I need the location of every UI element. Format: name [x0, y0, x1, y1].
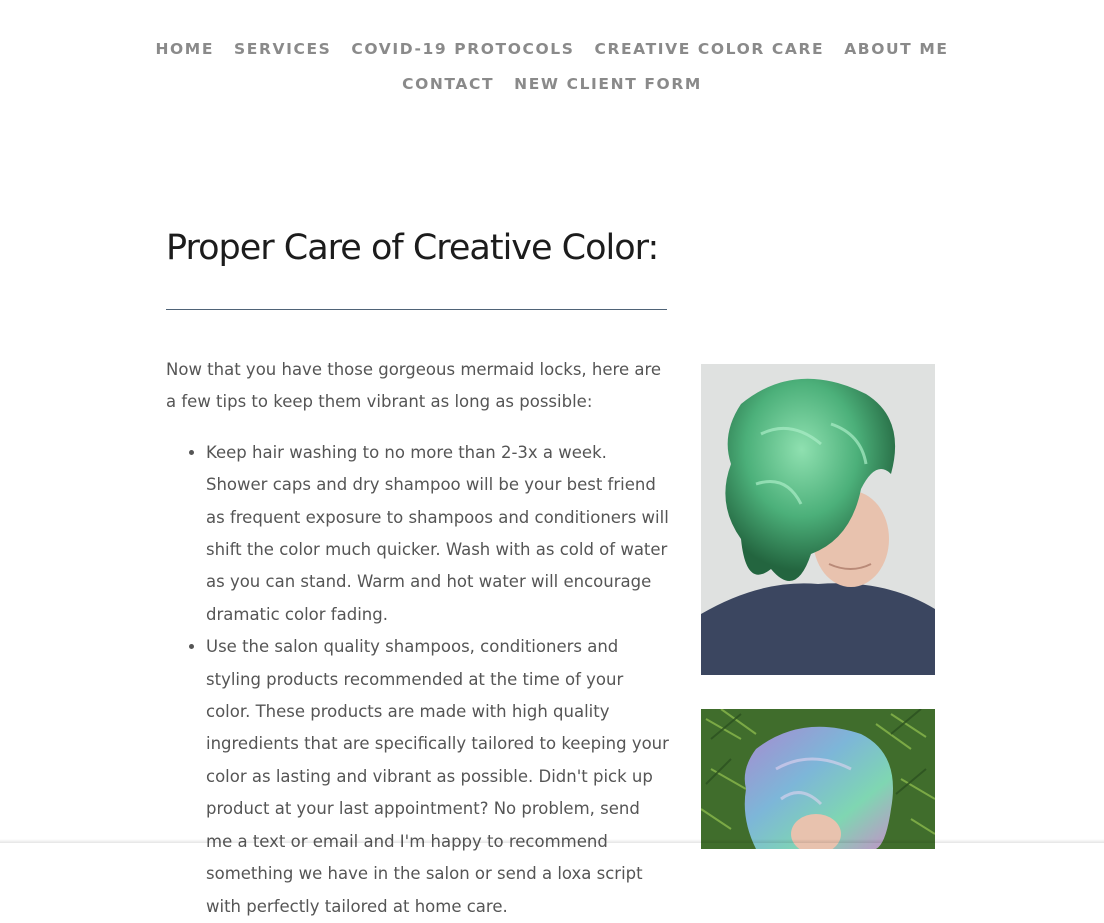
nav-link-about-me[interactable]: ABOUT ME	[844, 38, 948, 60]
nav-row-secondary: CONTACT NEW CLIENT FORM	[0, 73, 1104, 95]
nav-link-home[interactable]: HOME	[155, 38, 214, 60]
main-navigation: HOME SERVICES COVID-19 PROTOCOLS CREATIV…	[0, 38, 1104, 108]
nav-row-primary: HOME SERVICES COVID-19 PROTOCOLS CREATIV…	[0, 38, 1104, 60]
nav-link-covid-protocols[interactable]: COVID-19 PROTOCOLS	[351, 38, 574, 60]
green-hair-illustration	[701, 364, 935, 675]
care-tip-item: Keep hair washing to no more than 2-3x a…	[206, 437, 671, 631]
nav-link-new-client-form[interactable]: NEW CLIENT FORM	[514, 73, 702, 95]
intro-paragraph: Now that you have those gorgeous mermaid…	[166, 360, 662, 412]
nav-link-creative-color-care[interactable]: CREATIVE COLOR CARE	[594, 38, 824, 60]
page-title: Proper Care of Creative Color:	[166, 228, 659, 268]
article-body: Now that you have those gorgeous mermaid…	[166, 354, 671, 923]
nav-link-services[interactable]: SERVICES	[234, 38, 331, 60]
pastel-hair-illustration	[701, 709, 935, 849]
care-tip-item: Use the salon quality shampoos, conditio…	[206, 631, 671, 923]
pastel-hair-photo	[701, 709, 935, 849]
nav-link-contact[interactable]: CONTACT	[402, 73, 494, 95]
green-hair-photo	[701, 364, 935, 675]
care-tips-list: Keep hair washing to no more than 2-3x a…	[166, 437, 671, 923]
bottom-scroll-shadow	[0, 839, 1104, 843]
title-divider	[166, 309, 667, 310]
